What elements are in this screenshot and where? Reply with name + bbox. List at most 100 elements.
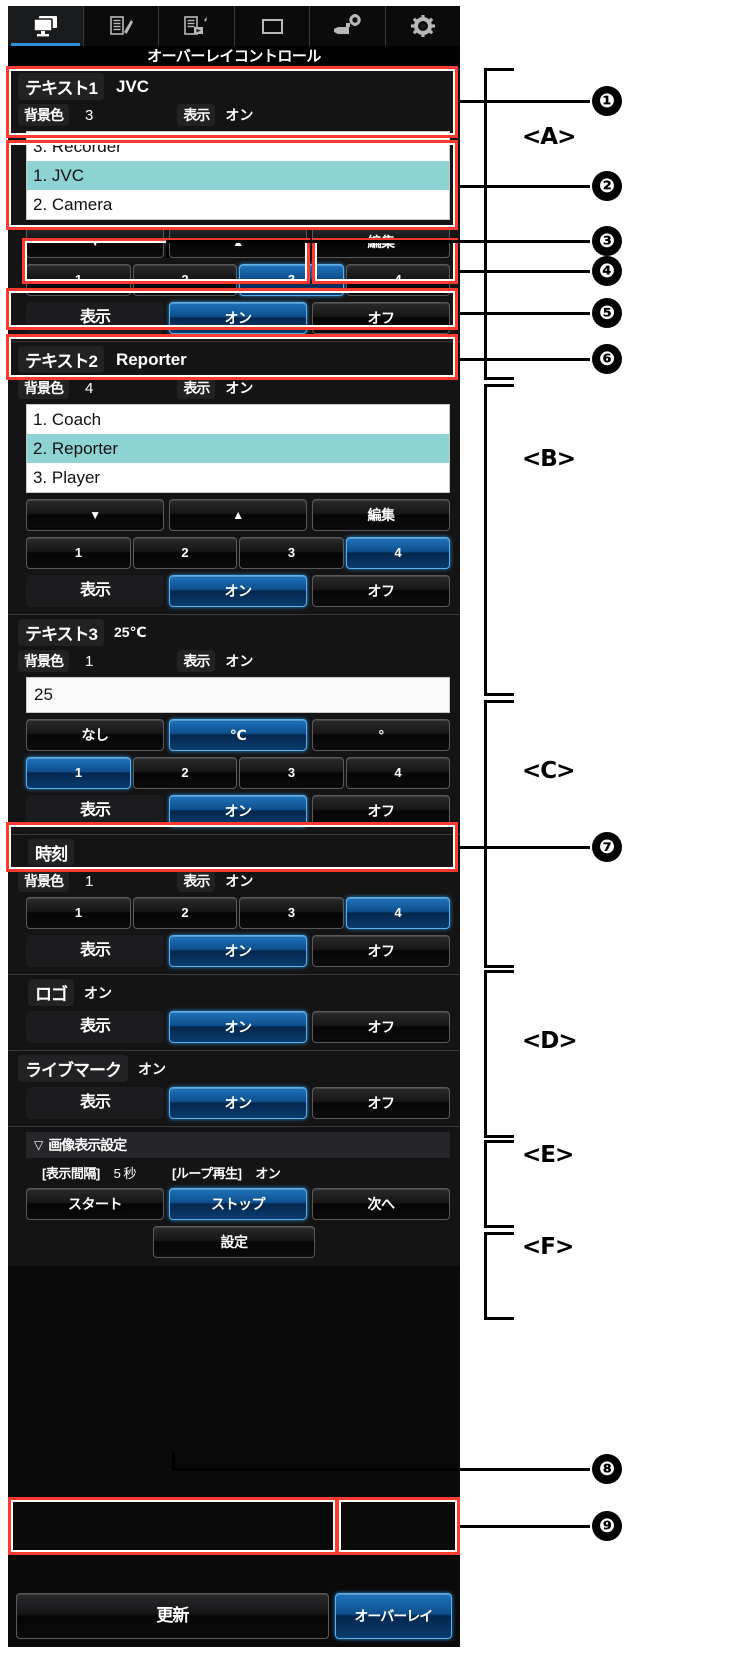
- text2-bgcolor-label: 背景色: [18, 377, 69, 399]
- text1-down-button[interactable]: ▼: [26, 226, 164, 258]
- text3-unit-none[interactable]: なし: [26, 719, 164, 751]
- text1-number-2[interactable]: 2: [132, 264, 237, 296]
- callout-5: ❺: [592, 298, 622, 328]
- text2-nav-row: ▼ ▲ 編集: [8, 496, 460, 534]
- text3-bgcolor-value: 1: [85, 652, 94, 670]
- time-title: 時刻: [28, 839, 74, 866]
- chevron-down-icon: ▽: [34, 1138, 43, 1152]
- leader-2: [460, 185, 590, 188]
- text1-toggle-label: 表示: [26, 302, 164, 334]
- text3-value: 25℃: [113, 624, 147, 640]
- tab-playback[interactable]: [159, 6, 235, 46]
- tab-bar: [8, 6, 460, 46]
- tab-edit[interactable]: [83, 6, 159, 46]
- image-settings-header[interactable]: ▽ 画像表示設定: [26, 1132, 450, 1158]
- update-button[interactable]: 更新: [16, 1593, 329, 1639]
- text3-display-value: オン: [225, 653, 254, 669]
- list-item[interactable]: 1. JVC: [27, 161, 449, 190]
- text1-toggle-on[interactable]: オン: [169, 302, 307, 334]
- list-item[interactable]: 1. Coach: [27, 405, 449, 434]
- text2-value: Reporter: [115, 349, 187, 369]
- settings-button[interactable]: 設定: [153, 1226, 315, 1258]
- time-number-2[interactable]: 2: [132, 897, 237, 929]
- text1-number-3[interactable]: 3: [239, 264, 344, 296]
- text3-unit-celsius[interactable]: ℃: [169, 719, 307, 751]
- tab-screen[interactable]: [234, 6, 310, 46]
- text2-bgcolor-value: 4: [85, 379, 94, 397]
- tab-settings[interactable]: [385, 6, 460, 46]
- livemark-toggle-off[interactable]: オフ: [312, 1087, 450, 1119]
- tab-camera-settings[interactable]: [310, 6, 386, 46]
- text3-toggle-on[interactable]: オン: [169, 795, 307, 827]
- logo-toggle-row: 表示 オン オフ: [8, 1008, 460, 1046]
- text2-edit-button[interactable]: 編集: [312, 499, 450, 531]
- start-button[interactable]: スタート: [26, 1188, 164, 1220]
- text2-toggle-on[interactable]: オン: [169, 575, 307, 607]
- text3-input[interactable]: 25: [26, 677, 450, 713]
- text2-up-button[interactable]: ▲: [169, 499, 307, 531]
- time-number-1[interactable]: 1: [26, 897, 131, 929]
- logo-value: オン: [84, 984, 112, 1001]
- leader-8-stub: [172, 1452, 175, 1470]
- loop-value: オン: [255, 1166, 281, 1181]
- section-text3: テキスト3 25℃ 背景色 1 表示 オン 25 なし ℃ ° 1 2 3 4 …: [8, 615, 460, 835]
- callout-9: ❾: [592, 1511, 622, 1541]
- time-toggle-off[interactable]: オフ: [312, 935, 450, 967]
- text1-value: JVC: [115, 76, 150, 96]
- camera-gear-icon: [332, 14, 362, 38]
- leader-6: [460, 358, 590, 361]
- text3-number-row: 1 2 3 4: [8, 754, 460, 792]
- list-item[interactable]: 3. Recorder: [27, 132, 449, 161]
- overlay-button[interactable]: オーバーレイ: [334, 1593, 452, 1639]
- list-item[interactable]: 2. Camera: [27, 190, 449, 219]
- image-settings-title: 画像表示設定: [48, 1137, 127, 1153]
- image-settings-info: [表示間隔] 5 秒 [ループ再生] オン: [8, 1160, 460, 1185]
- text3-unit-degree[interactable]: °: [312, 719, 450, 751]
- panel-title: オーバーレイコントロール: [8, 46, 460, 69]
- text1-list[interactable]: 3. Recorder 1. JVC 2. Camera: [26, 131, 450, 220]
- time-toggle-row: 表示 オン オフ: [8, 932, 460, 970]
- time-bgcolor-row: 背景色 1 表示 オン: [8, 868, 460, 894]
- stop-button[interactable]: ストップ: [169, 1188, 307, 1220]
- text3-number-2[interactable]: 2: [132, 757, 237, 789]
- text3-number-1[interactable]: 1: [26, 757, 131, 789]
- rectangle-icon: [258, 14, 286, 38]
- group-label-d: <D>: [522, 1028, 578, 1054]
- text3-number-3[interactable]: 3: [239, 757, 344, 789]
- text2-list[interactable]: 1. Coach 2. Reporter 3. Player: [26, 404, 450, 493]
- next-button[interactable]: 次へ: [312, 1188, 450, 1220]
- time-number-4[interactable]: 4: [345, 897, 450, 929]
- logo-toggle-off[interactable]: オフ: [312, 1011, 450, 1043]
- text1-toggle-off[interactable]: オフ: [312, 302, 450, 334]
- section-text2: テキスト2 Reporter 背景色 4 表示 オン 1. Coach 2. R…: [8, 342, 460, 615]
- text1-number-1[interactable]: 1: [26, 264, 131, 296]
- time-toggle-on[interactable]: オン: [169, 935, 307, 967]
- text2-number-2[interactable]: 2: [132, 537, 237, 569]
- text2-number-3[interactable]: 3: [239, 537, 344, 569]
- text3-toggle-off[interactable]: オフ: [312, 795, 450, 827]
- text1-display-label: 表示: [177, 104, 216, 126]
- group-label-a: <A>: [522, 124, 576, 150]
- text2-header-row: テキスト2 Reporter: [8, 344, 460, 375]
- list-item[interactable]: 2. Reporter: [27, 434, 449, 463]
- text2-toggle-off[interactable]: オフ: [312, 575, 450, 607]
- text2-display-label: 表示: [177, 377, 216, 399]
- time-number-row: 1 2 3 4: [8, 894, 460, 932]
- text2-number-4[interactable]: 4: [345, 537, 450, 569]
- time-display-value: オン: [225, 873, 254, 889]
- list-item[interactable]: 3. Player: [27, 463, 449, 492]
- section-text1: テキスト1 JVC 背景色 3 表示 オン 3. Recorder 1. JVC…: [8, 69, 460, 342]
- text2-down-button[interactable]: ▼: [26, 499, 164, 531]
- time-number-3[interactable]: 3: [239, 897, 344, 929]
- text1-number-4[interactable]: 4: [345, 264, 450, 296]
- text1-bgcolor-row: 背景色 3 表示 オン: [8, 102, 460, 128]
- leader-3: [166, 240, 590, 243]
- text2-number-1[interactable]: 1: [26, 537, 131, 569]
- text3-header-row: テキスト3 25℃: [8, 617, 460, 648]
- text3-number-4[interactable]: 4: [345, 757, 450, 789]
- tab-live[interactable]: [8, 6, 84, 46]
- text3-bgcolor-row: 背景色 1 表示 オン: [8, 648, 460, 674]
- livemark-toggle-on[interactable]: オン: [169, 1087, 307, 1119]
- overlay-control-panel: オーバーレイコントロール テキスト1 JVC 背景色 3 表示 オン 3. Re…: [8, 6, 460, 1647]
- logo-toggle-on[interactable]: オン: [169, 1011, 307, 1043]
